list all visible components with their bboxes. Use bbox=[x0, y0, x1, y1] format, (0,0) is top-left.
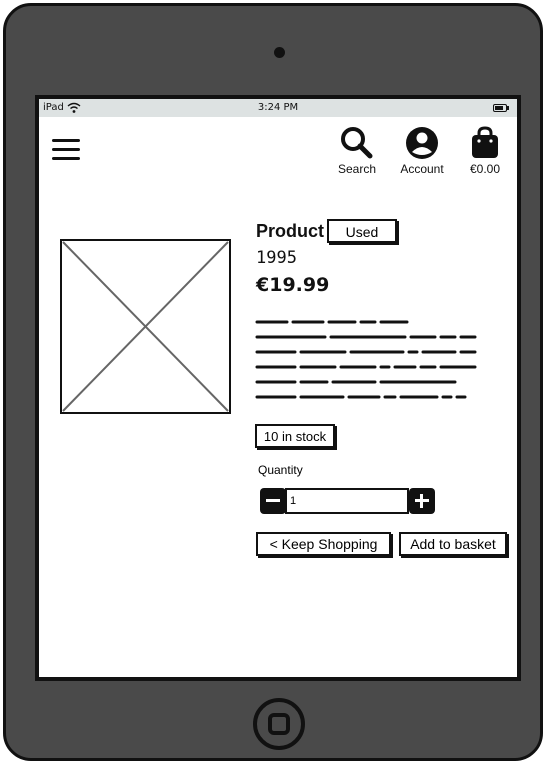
camera-icon bbox=[274, 47, 285, 58]
quantity-decrease-button[interactable] bbox=[260, 488, 286, 514]
condition-badge: Used bbox=[327, 219, 397, 243]
quantity-input[interactable] bbox=[285, 488, 409, 514]
product-price: €19.99 bbox=[256, 274, 330, 296]
description-placeholder-text bbox=[255, 320, 477, 399]
quantity-label: Quantity bbox=[258, 463, 303, 477]
account-icon bbox=[406, 127, 438, 159]
stock-indicator: 10 in stock bbox=[255, 424, 335, 448]
status-bar: iPad 3:24 PM bbox=[39, 99, 517, 117]
search-button[interactable]: Search bbox=[332, 125, 382, 176]
tablet-frame: iPad 3:24 PM Search Account €0.00 Produc… bbox=[3, 3, 543, 761]
product-title: Product bbox=[256, 221, 325, 241]
basket-total: €0.00 bbox=[469, 162, 501, 176]
menu-line bbox=[52, 139, 80, 142]
menu-line bbox=[52, 148, 80, 151]
battery-icon bbox=[493, 104, 509, 112]
screen: iPad 3:24 PM Search Account €0.00 Produc… bbox=[35, 95, 521, 681]
menu-button[interactable] bbox=[52, 135, 82, 163]
home-button[interactable] bbox=[253, 698, 305, 750]
basket-icon bbox=[472, 126, 498, 158]
status-time: 3:24 PM bbox=[257, 102, 299, 113]
menu-line bbox=[52, 157, 80, 160]
product-year: 1995 bbox=[256, 248, 297, 268]
search-label: Search bbox=[337, 162, 377, 176]
account-button[interactable]: Account bbox=[394, 125, 450, 176]
add-to-basket-button[interactable]: Add to basket bbox=[399, 532, 507, 556]
account-label: Account bbox=[400, 162, 444, 176]
quantity-increase-button[interactable] bbox=[409, 488, 435, 514]
search-icon bbox=[341, 127, 373, 159]
keep-shopping-button[interactable]: < Keep Shopping bbox=[256, 532, 391, 556]
product-image-placeholder bbox=[60, 239, 231, 414]
basket-button[interactable]: €0.00 bbox=[462, 125, 508, 176]
